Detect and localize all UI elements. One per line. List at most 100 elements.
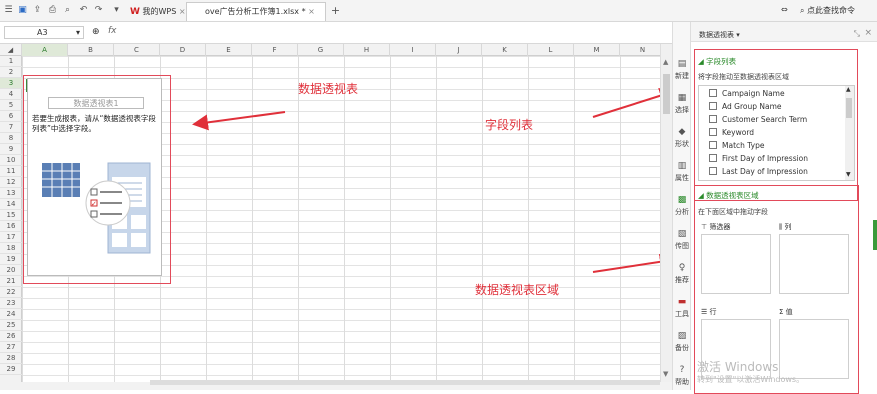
sidebar-item-9[interactable]: ? 帮助 — [673, 361, 691, 393]
column-header[interactable]: K — [482, 44, 528, 56]
sidebar-item-6[interactable]: ♀ 推荐 — [673, 259, 691, 291]
column-header[interactable]: B — [68, 44, 114, 56]
sidebar-item-7[interactable]: ▬ 工具 — [673, 293, 691, 325]
close-icon[interactable]: × — [308, 7, 315, 16]
row-header[interactable]: 29 — [0, 364, 22, 375]
row-header[interactable]: 28 — [0, 353, 22, 364]
scroll-thumb[interactable] — [663, 74, 670, 114]
annotation-pivot-table: 数据透视表 — [298, 82, 359, 96]
activation-watermark-sub: 转到"设置"以激活Windows。 — [697, 375, 805, 384]
undo-icon[interactable]: ↶ — [78, 5, 89, 16]
zoom-icon[interactable]: ⊕ — [92, 27, 100, 37]
row-header[interactable]: 5 — [0, 100, 22, 111]
row-header[interactable]: 21 — [0, 276, 22, 287]
sidebar-item-4[interactable]: ▩ 分析 — [673, 191, 691, 223]
preview-icon[interactable]: ⌕ — [62, 5, 73, 16]
row-headers: 1 2 3 4 5 6 7 8 9 10 11 12 13 14 15 16 17 18 19 20 21 22 23 24 2… — [0, 56, 22, 382]
new-tab-button[interactable]: + — [330, 5, 341, 16]
sidebar-item-5[interactable]: ▧ 传图 — [673, 225, 691, 257]
tab-my-wps[interactable]: W 我的WPS × — [126, 3, 190, 20]
column-header[interactable]: C — [114, 44, 160, 56]
row-header[interactable]: 1 — [0, 56, 22, 67]
column-header[interactable]: E — [206, 44, 252, 56]
row-header[interactable]: 6 — [0, 111, 22, 122]
column-headers: ◢ ABCDEFGHIJKLMN — [0, 44, 666, 56]
row-header[interactable]: 14 — [0, 199, 22, 210]
column-header[interactable]: D — [160, 44, 206, 56]
annotation-pivot-area: 数据透视表区域 — [475, 283, 560, 297]
scroll-down-icon[interactable]: ▼ — [663, 370, 668, 378]
tab-workbook[interactable]: ove广告分析工作簿1.xlsx * × — [186, 2, 326, 21]
row-header[interactable]: 2 — [0, 67, 22, 78]
row-header[interactable]: 15 — [0, 210, 22, 221]
row-header[interactable]: 11 — [0, 166, 22, 177]
row-header[interactable]: 3 — [0, 78, 22, 89]
fx-icon[interactable]: fx — [108, 26, 117, 36]
row-header[interactable]: 16 — [0, 221, 22, 232]
close-icon[interactable]: × — [864, 28, 872, 38]
row-header[interactable]: 9 — [0, 144, 22, 155]
analyze-icon: ▩ — [677, 195, 687, 205]
activation-watermark: 激活 Windows — [697, 360, 779, 374]
panel-title[interactable]: 数据透视表 ▾ — [699, 31, 740, 39]
column-header[interactable]: I — [390, 44, 436, 56]
close-icon[interactable]: × — [179, 7, 186, 16]
row-header[interactable]: 17 — [0, 232, 22, 243]
row-header[interactable]: 10 — [0, 155, 22, 166]
column-header[interactable]: A — [22, 44, 68, 56]
row-header[interactable]: 19 — [0, 254, 22, 265]
sidebar-label: 新建 — [675, 72, 689, 80]
export-icon[interactable]: ⇪ — [32, 5, 43, 16]
pivot-panel: 数据透视表 ▾ ⤡ × ◢ 字段列表 将字段拖动至数据透视表区域 Campaig… — [690, 22, 877, 394]
horizontal-scrollbar[interactable] — [150, 380, 660, 385]
search-command[interactable]: ⌕ 点此查找命令 — [800, 5, 855, 16]
print-icon[interactable]: ⎙ — [47, 5, 58, 16]
backup-icon: ▨ — [677, 331, 687, 341]
dock-icon[interactable]: ⤡ — [854, 29, 860, 39]
select-icon: ▦ — [677, 93, 687, 103]
sidebar-label: 传图 — [675, 242, 689, 250]
share-icon[interactable]: ⇔ — [781, 5, 788, 14]
sidebar-item-0[interactable]: ▤ 新建 — [673, 55, 691, 87]
redo-icon[interactable]: ↷ — [93, 5, 104, 16]
chevron-down-icon[interactable]: ▾ — [76, 27, 80, 39]
row-header[interactable]: 7 — [0, 122, 22, 133]
formula-bar: A3 ▾ ⊕ fx — [0, 22, 672, 44]
row-header[interactable]: 23 — [0, 298, 22, 309]
row-header[interactable]: 20 — [0, 265, 22, 276]
row-header[interactable]: 26 — [0, 331, 22, 342]
sidebar-item-2[interactable]: ◆ 形状 — [673, 123, 691, 155]
dropdown-icon[interactable]: ▾ — [111, 5, 122, 16]
row-header[interactable]: 4 — [0, 89, 22, 100]
row-header[interactable]: 8 — [0, 133, 22, 144]
sidebar-item-1[interactable]: ▦ 选择 — [673, 89, 691, 121]
row-header[interactable]: 24 — [0, 309, 22, 320]
row-header[interactable]: 18 — [0, 243, 22, 254]
row-header[interactable]: 13 — [0, 188, 22, 199]
row-header[interactable]: 27 — [0, 342, 22, 353]
column-header[interactable]: M — [574, 44, 620, 56]
row-header[interactable]: 12 — [0, 177, 22, 188]
column-header[interactable]: J — [436, 44, 482, 56]
sidebar-label: 帮助 — [675, 378, 689, 386]
panel-edge-tab[interactable] — [873, 220, 877, 250]
sidebar-label: 备份 — [675, 344, 689, 352]
tab-label: 我的WPS — [142, 7, 177, 16]
shape-icon: ◆ — [678, 127, 686, 137]
column-header[interactable]: L — [528, 44, 574, 56]
column-header[interactable]: F — [252, 44, 298, 56]
sidebar-item-8[interactable]: ▨ 备份 — [673, 327, 691, 359]
select-all-corner[interactable]: ◢ — [0, 44, 22, 56]
menu-icon[interactable]: ☰ — [3, 5, 14, 16]
column-header[interactable]: H — [344, 44, 390, 56]
row-header[interactable]: 25 — [0, 320, 22, 331]
column-header[interactable]: G — [298, 44, 344, 56]
sidebar-label: 属性 — [675, 174, 689, 182]
name-box[interactable]: A3 ▾ — [4, 26, 84, 39]
row-header[interactable]: 22 — [0, 287, 22, 298]
vertical-scrollbar[interactable]: ▲ ▼ — [660, 44, 672, 382]
scroll-up-icon[interactable]: ▲ — [663, 58, 668, 66]
sidebar-label: 推荐 — [675, 276, 689, 284]
sidebar-item-3[interactable]: ▥ 属性 — [673, 157, 691, 189]
save-icon[interactable]: ▣ — [17, 5, 28, 16]
